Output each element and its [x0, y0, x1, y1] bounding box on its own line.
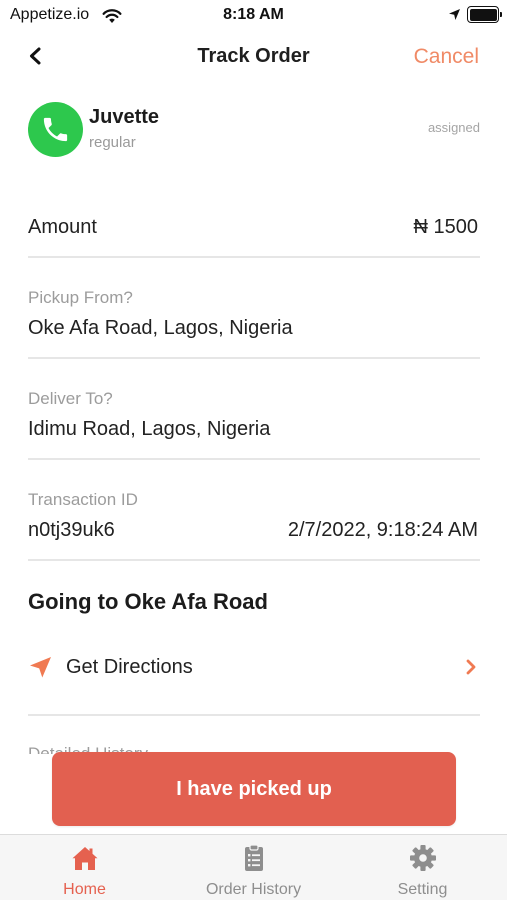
phone-icon [43, 117, 68, 142]
location-arrow-icon [449, 9, 460, 20]
status-bar: Appetize.io 8:18 AM [0, 0, 507, 32]
tab-setting[interactable]: Setting [338, 835, 507, 900]
tab-bar: Home Order History Setting [0, 834, 507, 900]
pickup-row: Pickup From? Oke Afa Road, Lagos, Nigeri… [28, 285, 480, 359]
amount-label: Amount [28, 216, 97, 238]
tab-order-history[interactable]: Order History [169, 835, 338, 900]
deliver-address: Idimu Road, Lagos, Nigeria [28, 418, 271, 440]
driver-type: regular [89, 134, 136, 151]
deliver-label: Deliver To? [28, 389, 113, 408]
transaction-label: Transaction ID [28, 490, 138, 509]
tab-home[interactable]: Home [0, 835, 169, 900]
amount-row: Amount ₦ 1500 [28, 200, 480, 258]
get-directions-label: Get Directions [66, 656, 193, 678]
navigation-arrow-icon [30, 657, 51, 678]
transaction-row: Transaction ID n0tj39uk6 2/7/2022, 9:18:… [28, 487, 480, 561]
tab-setting-label: Setting [397, 881, 448, 898]
tab-home-label: Home [63, 881, 106, 898]
transaction-id: n0tj39uk6 [28, 519, 115, 541]
clock-time: 8:18 AM [223, 6, 284, 23]
pickup-address: Oke Afa Road, Lagos, Nigeria [28, 317, 293, 339]
home-icon [72, 847, 98, 870]
battery-icon [467, 6, 502, 23]
amount-value: ₦ 1500 [413, 216, 479, 238]
deliver-row: Deliver To? Idimu Road, Lagos, Nigeria [28, 386, 480, 460]
cancel-button[interactable]: Cancel [414, 45, 479, 69]
gear-icon [410, 845, 436, 871]
get-directions-row[interactable]: Get Directions [28, 640, 480, 716]
pickup-label: Pickup From? [28, 288, 133, 307]
order-status-label: assigned [427, 120, 480, 135]
transaction-date: 2/7/2022, 9:18:24 AM [287, 519, 478, 541]
destination-heading: Going to Oke Afa Road [28, 589, 268, 614]
clipboard-icon [245, 844, 263, 871]
chevron-right-icon [466, 659, 476, 675]
picked-up-button[interactable]: I have picked up [52, 752, 456, 826]
nav-bar: Track Order Cancel [0, 36, 507, 80]
driver-name: Juvette [89, 106, 160, 128]
call-button[interactable] [28, 102, 83, 157]
tab-order-history-label: Order History [205, 881, 302, 898]
driver-row: Juvette regular assigned [28, 100, 480, 160]
